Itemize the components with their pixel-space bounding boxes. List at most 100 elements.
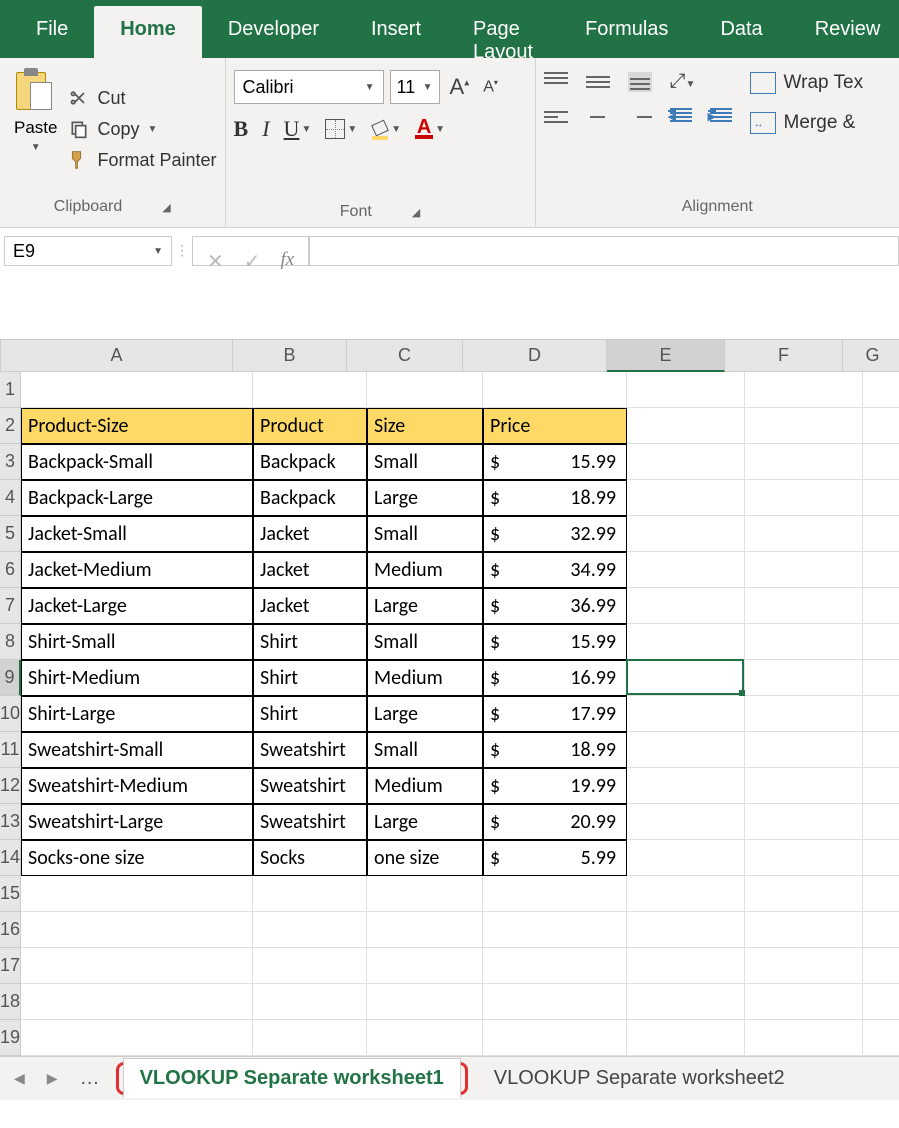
align-bottom-button[interactable] [628, 72, 652, 92]
cell-E19[interactable] [627, 1020, 745, 1056]
orientation-button[interactable]: ⤢▼ [670, 70, 696, 93]
cell-C16[interactable] [367, 912, 483, 948]
cell-E3[interactable] [627, 444, 745, 480]
cell-D19[interactable] [483, 1020, 627, 1056]
cell-C1[interactable] [367, 372, 483, 408]
cell-G17[interactable] [863, 948, 899, 984]
cell-F4[interactable] [745, 480, 863, 516]
cell-D7[interactable]: $36.99 [483, 588, 627, 624]
cell-A4[interactable]: Backpack-Large [21, 480, 253, 516]
sheet-nav-prev[interactable]: ◀ [8, 1066, 31, 1091]
cell-B8[interactable]: Shirt [253, 624, 367, 660]
bold-button[interactable]: B [234, 116, 249, 142]
cell-C2[interactable]: Size [367, 408, 483, 444]
chevron-down-icon[interactable]: ▼ [153, 246, 163, 257]
cell-A2[interactable]: Product-Size [21, 408, 253, 444]
increase-indent-button[interactable]: ▶ [710, 108, 732, 126]
row-header-13[interactable]: 13 [0, 804, 21, 840]
cell-D2[interactable]: Price [483, 408, 627, 444]
cell-C12[interactable]: Medium [367, 768, 483, 804]
column-header-B[interactable]: B [233, 340, 347, 372]
cell-F3[interactable] [745, 444, 863, 480]
cell-B15[interactable] [253, 876, 367, 912]
font-size-select[interactable]: 11 ▼ [390, 70, 440, 104]
column-header-C[interactable]: C [347, 340, 463, 372]
cell-F6[interactable] [745, 552, 863, 588]
cell-D10[interactable]: $17.99 [483, 696, 627, 732]
cell-D17[interactable] [483, 948, 627, 984]
cell-A15[interactable] [21, 876, 253, 912]
sheet-nav-next[interactable]: ▶ [41, 1066, 64, 1091]
cell-F2[interactable] [745, 408, 863, 444]
cell-B17[interactable] [253, 948, 367, 984]
cell-C10[interactable]: Large [367, 696, 483, 732]
cell-F5[interactable] [745, 516, 863, 552]
chevron-down-icon[interactable]: ▼ [31, 142, 41, 153]
cell-F9[interactable] [745, 660, 863, 696]
cell-A3[interactable]: Backpack-Small [21, 444, 253, 480]
format-painter-button[interactable]: Format Painter [69, 150, 216, 171]
align-middle-button[interactable] [586, 72, 610, 92]
chevron-down-icon[interactable]: ▼ [365, 82, 375, 93]
cell-E1[interactable] [627, 372, 745, 408]
cell-F16[interactable] [745, 912, 863, 948]
cell-E5[interactable] [627, 516, 745, 552]
cell-A18[interactable] [21, 984, 253, 1020]
cell-C8[interactable]: Small [367, 624, 483, 660]
tab-insert[interactable]: Insert [345, 0, 447, 58]
cell-B2[interactable]: Product [253, 408, 367, 444]
wrap-text-button[interactable]: Wrap Tex [750, 72, 864, 94]
cell-E13[interactable] [627, 804, 745, 840]
cell-B10[interactable]: Shirt [253, 696, 367, 732]
cell-B7[interactable]: Jacket [253, 588, 367, 624]
cell-D5[interactable]: $32.99 [483, 516, 627, 552]
cell-E14[interactable] [627, 840, 745, 876]
cell-C13[interactable]: Large [367, 804, 483, 840]
cell-A8[interactable]: Shirt-Small [21, 624, 253, 660]
cell-E9[interactable] [627, 660, 745, 696]
cell-E2[interactable] [627, 408, 745, 444]
cell-B13[interactable]: Sweatshirt [253, 804, 367, 840]
cell-E7[interactable] [627, 588, 745, 624]
enter-formula-button[interactable]: ✓ [244, 249, 261, 274]
cell-B6[interactable]: Jacket [253, 552, 367, 588]
cell-B11[interactable]: Sweatshirt [253, 732, 367, 768]
cell-C5[interactable]: Small [367, 516, 483, 552]
select-all-corner[interactable] [0, 340, 1, 372]
cell-A1[interactable] [21, 372, 253, 408]
row-header-1[interactable]: 1 [0, 372, 21, 408]
cell-E8[interactable] [627, 624, 745, 660]
cell-E12[interactable] [627, 768, 745, 804]
cell-F19[interactable] [745, 1020, 863, 1056]
cell-G12[interactable] [863, 768, 899, 804]
cell-F11[interactable] [745, 732, 863, 768]
sheet-tab-active[interactable]: VLOOKUP Separate worksheet1 [123, 1058, 461, 1098]
row-header-17[interactable]: 17 [0, 948, 21, 984]
merge-center-button[interactable]: ↔ Merge & [750, 112, 864, 134]
cell-F13[interactable] [745, 804, 863, 840]
cell-F17[interactable] [745, 948, 863, 984]
cell-D6[interactable]: $34.99 [483, 552, 627, 588]
cell-E15[interactable] [627, 876, 745, 912]
sheet-list-button[interactable]: … [74, 1067, 106, 1090]
tab-formulas[interactable]: Formulas [559, 0, 694, 58]
cell-C17[interactable] [367, 948, 483, 984]
cell-E4[interactable] [627, 480, 745, 516]
cell-G1[interactable] [863, 372, 899, 408]
row-header-19[interactable]: 19 [0, 1020, 21, 1056]
row-header-14[interactable]: 14 [0, 840, 21, 876]
cell-E10[interactable] [627, 696, 745, 732]
row-header-2[interactable]: 2 [0, 408, 21, 444]
row-header-8[interactable]: 8 [0, 624, 21, 660]
cell-C11[interactable]: Small [367, 732, 483, 768]
fx-icon[interactable]: fx [281, 249, 295, 271]
cell-F1[interactable] [745, 372, 863, 408]
italic-button[interactable]: I [262, 116, 269, 142]
cell-B5[interactable]: Jacket [253, 516, 367, 552]
cell-D18[interactable] [483, 984, 627, 1020]
cell-A13[interactable]: Sweatshirt-Large [21, 804, 253, 840]
align-top-button[interactable] [544, 72, 568, 92]
align-center-button[interactable] [586, 107, 610, 127]
cell-G8[interactable] [863, 624, 899, 660]
cell-G10[interactable] [863, 696, 899, 732]
